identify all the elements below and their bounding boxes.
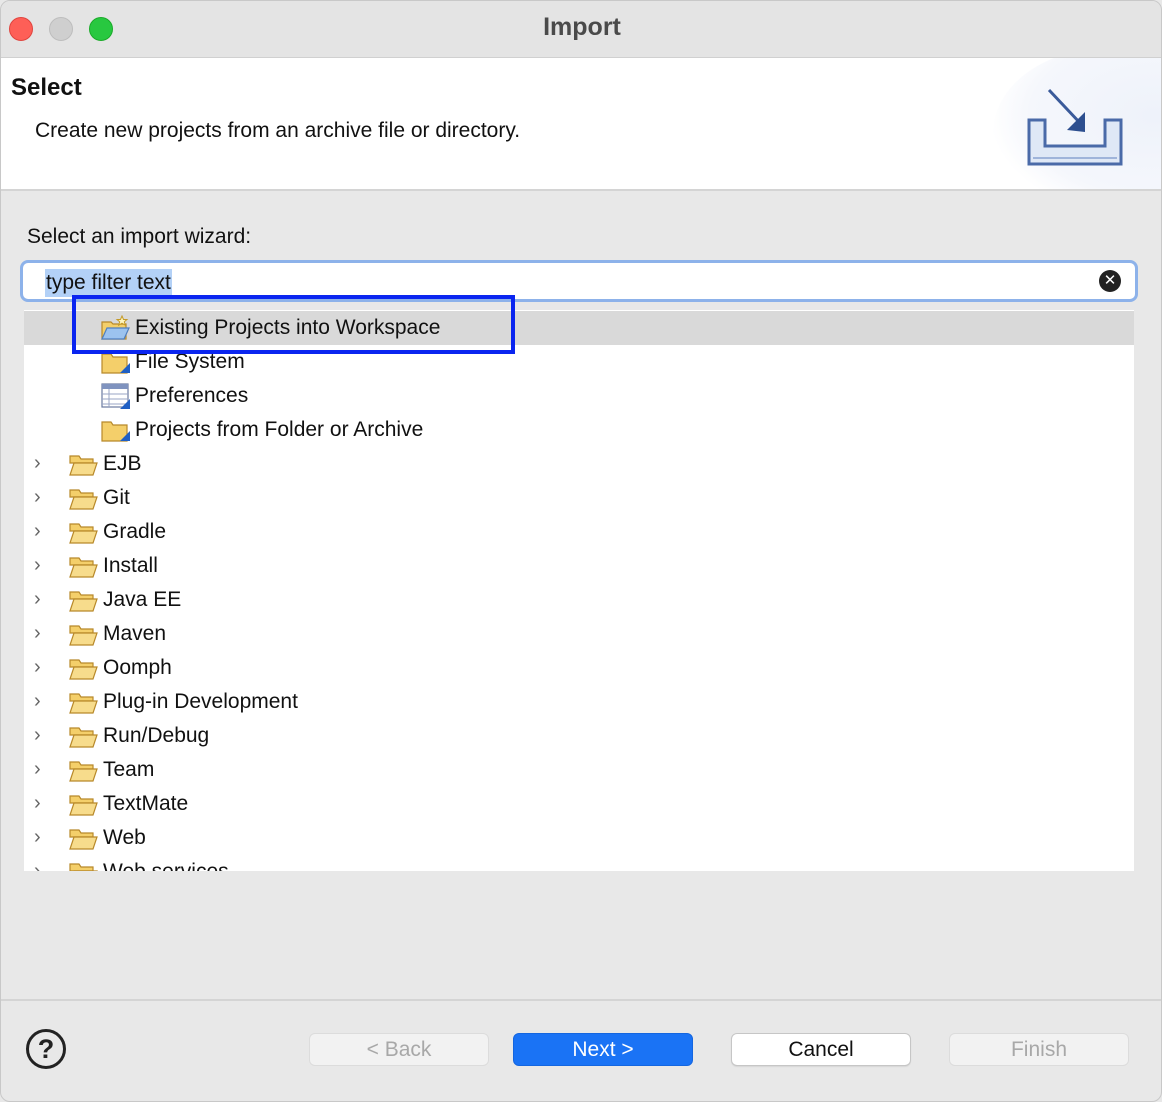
- tree-item-label: Web: [103, 826, 146, 849]
- folder-icon: [101, 421, 130, 442]
- chevron-right-icon[interactable]: ›: [34, 521, 54, 541]
- tree-category-web[interactable]: › Web: [24, 821, 1134, 855]
- back-button[interactable]: < Back: [309, 1033, 489, 1066]
- title-bar: Import: [1, 1, 1161, 58]
- filter-field[interactable]: type filter text ✕: [20, 260, 1138, 302]
- tree-category-install[interactable]: › Install: [24, 549, 1134, 583]
- next-button[interactable]: Next >: [513, 1033, 693, 1066]
- tree-category-run-debug[interactable]: › Run/Debug: [24, 719, 1134, 753]
- tree-item-label: Run/Debug: [103, 724, 210, 747]
- tree-item-label: Java EE: [103, 588, 182, 611]
- tree-item-label: Existing Projects into Workspace: [135, 316, 441, 339]
- tree-category-maven[interactable]: › Maven: [24, 617, 1134, 651]
- folder-open-icon: [69, 761, 98, 782]
- tree-item-projects-from-folder[interactable]: Projects from Folder or Archive: [24, 413, 1134, 447]
- import-wizard-icon: [1027, 88, 1123, 166]
- tree-item-label: Web services: [103, 860, 229, 871]
- tree-category-web-services[interactable]: › Web services: [24, 855, 1134, 871]
- chevron-right-icon[interactable]: ›: [34, 691, 54, 711]
- chevron-right-icon[interactable]: ›: [34, 657, 54, 677]
- import-dialog: Import Select Create new projects from a…: [0, 0, 1162, 1102]
- folder-open-icon: [69, 795, 98, 816]
- tree-category-team[interactable]: › Team: [24, 753, 1134, 787]
- tree-item-label: File System: [135, 350, 245, 373]
- folder-open-icon: [69, 557, 98, 578]
- chevron-right-icon[interactable]: ›: [34, 589, 54, 609]
- folder-open-icon: [69, 829, 98, 850]
- folder-open-icon: [69, 693, 98, 714]
- chevron-right-icon[interactable]: ›: [34, 725, 54, 745]
- banner-title: Select: [11, 74, 82, 101]
- tree-category-oomph[interactable]: › Oomph: [24, 651, 1134, 685]
- projects-folder-icon: [101, 315, 130, 340]
- tree-category-ejb[interactable]: › EJB: [24, 447, 1134, 481]
- folder-open-icon: [69, 455, 98, 476]
- folder-open-icon: [69, 591, 98, 612]
- chevron-right-icon[interactable]: ›: [34, 623, 54, 643]
- filter-input[interactable]: type filter text: [45, 269, 172, 297]
- tree-category-java-ee[interactable]: › Java EE: [24, 583, 1134, 617]
- tree-category-textmate[interactable]: › TextMate: [24, 787, 1134, 821]
- chevron-right-icon[interactable]: ›: [34, 861, 54, 871]
- tree-item-label: Maven: [103, 622, 167, 645]
- chevron-right-icon[interactable]: ›: [34, 487, 54, 507]
- preferences-icon: [101, 383, 130, 409]
- chevron-right-icon[interactable]: ›: [34, 453, 54, 473]
- tree-category-git[interactable]: › Git: [24, 481, 1134, 515]
- chevron-right-icon[interactable]: ›: [34, 555, 54, 575]
- window-title: Import: [543, 13, 621, 41]
- chevron-right-icon[interactable]: ›: [34, 759, 54, 779]
- tree-item-label: Oomph: [103, 656, 172, 679]
- tree-item-label: Team: [103, 758, 155, 781]
- tree-item-label: Preferences: [135, 384, 249, 407]
- chevron-right-icon[interactable]: ›: [34, 793, 54, 813]
- tree-item-label: Gradle: [103, 520, 167, 543]
- banner-description: Create new projects from an archive file…: [35, 119, 521, 142]
- folder-open-icon: [69, 489, 98, 510]
- wizard-tree[interactable]: Existing Projects into Workspace File Sy…: [24, 310, 1134, 871]
- chevron-right-icon[interactable]: ›: [34, 827, 54, 847]
- tree-item-label: Install: [103, 554, 158, 577]
- clear-filter-icon[interactable]: ✕: [1099, 270, 1121, 292]
- folder-open-icon: [69, 625, 98, 646]
- folder-open-icon: [69, 727, 98, 748]
- help-icon[interactable]: ?: [26, 1029, 66, 1069]
- folder-open-icon: [69, 523, 98, 544]
- tree-category-plugin-development[interactable]: › Plug-in Development: [24, 685, 1134, 719]
- tree-item-label: Git: [103, 486, 130, 509]
- tree-item-label: TextMate: [103, 792, 189, 815]
- tree-item-existing-projects[interactable]: Existing Projects into Workspace: [24, 311, 1134, 345]
- tree-item-label: Projects from Folder or Archive: [135, 418, 424, 441]
- footer-divider: [1, 999, 1161, 1001]
- tree-item-label: EJB: [103, 452, 142, 475]
- tree-item-label: Plug-in Development: [103, 690, 298, 713]
- wizard-banner: Select Create new projects from an archi…: [1, 58, 1161, 191]
- tree-category-gradle[interactable]: › Gradle: [24, 515, 1134, 549]
- folder-open-icon: [69, 863, 98, 871]
- tree-item-preferences[interactable]: Preferences: [24, 379, 1134, 413]
- tree-item-file-system[interactable]: File System: [24, 345, 1134, 379]
- folder-icon: [101, 353, 130, 374]
- finish-button[interactable]: Finish: [949, 1033, 1129, 1066]
- wizard-list-label: Select an import wizard:: [27, 225, 252, 248]
- cancel-button[interactable]: Cancel: [731, 1033, 911, 1066]
- folder-open-icon: [69, 659, 98, 680]
